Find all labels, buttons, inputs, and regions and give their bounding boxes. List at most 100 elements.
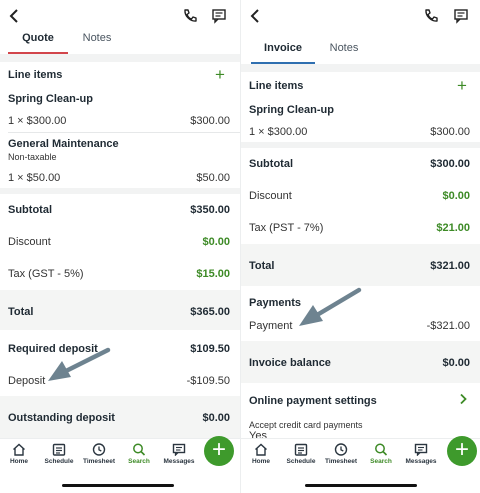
nav-messages-label: Messages bbox=[405, 458, 437, 465]
tax-label: Tax (PST - 7%) bbox=[249, 222, 324, 234]
back-chevron-icon[interactable] bbox=[249, 8, 261, 27]
add-fab-button[interactable]: + bbox=[447, 436, 477, 466]
nav-timesheet[interactable]: Timesheet bbox=[79, 443, 119, 465]
message-icon[interactable] bbox=[211, 8, 227, 24]
nav-search-label: Search bbox=[128, 458, 150, 465]
nav-schedule[interactable]: Schedule bbox=[281, 443, 321, 465]
required-deposit-value: $109.50 bbox=[190, 343, 230, 355]
section-divider bbox=[0, 188, 240, 194]
deposit-label: Deposit bbox=[8, 375, 46, 387]
deposit-value: -$109.50 bbox=[186, 375, 230, 387]
nav-messages[interactable]: Messages bbox=[159, 443, 199, 465]
outstanding-deposit-label: Outstanding deposit bbox=[8, 412, 115, 424]
invoice-screen: Invoice Notes Line items + Spring Clean-… bbox=[240, 0, 480, 493]
subtotal-label: Subtotal bbox=[8, 204, 52, 216]
line-item-note: Non-taxable bbox=[8, 152, 57, 162]
add-line-item-plus-icon[interactable]: + bbox=[457, 77, 467, 94]
subtotal-row: Subtotal $300.00 bbox=[249, 157, 470, 171]
nav-search[interactable]: Search bbox=[361, 443, 401, 465]
nav-messages[interactable]: Messages bbox=[401, 443, 441, 465]
tab-notes[interactable]: Notes bbox=[321, 38, 367, 64]
subtotal-label: Subtotal bbox=[249, 158, 293, 170]
plus-icon: + bbox=[211, 436, 226, 463]
total-label: Total bbox=[8, 306, 34, 318]
line-item-name[interactable]: Spring Clean-up bbox=[8, 92, 230, 106]
nav-home[interactable]: Home bbox=[241, 443, 281, 465]
add-fab-button[interactable]: + bbox=[204, 436, 234, 466]
bottom-nav: Home Schedule Timesheet Search Messages bbox=[241, 438, 480, 474]
total-row: Total $365.00 bbox=[8, 305, 230, 319]
chevron-right-icon[interactable] bbox=[459, 393, 467, 408]
subtotal-row: Subtotal $350.00 bbox=[8, 203, 230, 217]
annotation-arrow-icon bbox=[299, 287, 362, 326]
payment-value: -$321.00 bbox=[426, 320, 470, 332]
home-indicator[interactable] bbox=[305, 484, 417, 487]
divider bbox=[8, 132, 240, 133]
line-item-total: $300.00 bbox=[430, 126, 470, 138]
nav-schedule-label: Schedule bbox=[286, 458, 316, 465]
add-line-item-plus-icon[interactable]: + bbox=[215, 66, 225, 83]
discount-row[interactable]: Discount $0.00 bbox=[249, 189, 470, 203]
timesheet-icon bbox=[92, 443, 106, 456]
phone-icon[interactable] bbox=[182, 8, 198, 24]
line-item-qty: 1 × $300.00 bbox=[8, 115, 67, 127]
nav-messages-label: Messages bbox=[163, 458, 195, 465]
tab-quote[interactable]: Quote bbox=[8, 28, 68, 54]
nav-search[interactable]: Search bbox=[119, 443, 159, 465]
schedule-icon bbox=[52, 443, 66, 456]
home-indicator[interactable] bbox=[62, 484, 174, 487]
line-item-quantity-row: 1 × $50.00 $50.00 bbox=[8, 171, 230, 185]
line-item-total: $50.00 bbox=[196, 172, 230, 184]
invoice-balance-value: $0.00 bbox=[442, 357, 470, 369]
tab-notes[interactable]: Notes bbox=[74, 28, 120, 54]
nav-schedule[interactable]: Schedule bbox=[39, 443, 79, 465]
home-icon bbox=[13, 443, 25, 456]
tax-row[interactable]: Tax (PST - 7%) $21.00 bbox=[249, 221, 470, 235]
messages-icon bbox=[414, 443, 428, 456]
nav-timesheet[interactable]: Timesheet bbox=[321, 443, 361, 465]
line-item-quantity-row: 1 × $300.00 $300.00 bbox=[8, 114, 230, 128]
subtotal-value: $300.00 bbox=[430, 158, 470, 170]
line-item-qty: 1 × $50.00 bbox=[8, 172, 61, 184]
nav-home[interactable]: Home bbox=[0, 443, 39, 465]
phone-icon[interactable] bbox=[423, 8, 439, 24]
line-item-name[interactable]: Spring Clean-up bbox=[249, 103, 470, 117]
section-divider bbox=[241, 142, 480, 148]
tax-label: Tax (GST - 5%) bbox=[8, 268, 84, 280]
messages-icon bbox=[172, 443, 186, 456]
line-item-qty: 1 × $300.00 bbox=[249, 126, 308, 138]
nav-home-label: Home bbox=[251, 458, 271, 465]
plus-icon: + bbox=[454, 436, 469, 463]
total-label: Total bbox=[249, 260, 275, 272]
line-items-title: Line items bbox=[249, 80, 304, 92]
subtotal-value: $350.00 bbox=[190, 204, 230, 216]
invoice-balance-label: Invoice balance bbox=[249, 357, 331, 369]
line-item-name[interactable]: General Maintenance bbox=[8, 137, 230, 151]
outstanding-deposit-row: Outstanding deposit $0.00 bbox=[8, 411, 230, 425]
invoice-balance-row: Invoice balance $0.00 bbox=[249, 356, 470, 370]
top-bar bbox=[241, 2, 480, 32]
home-icon bbox=[255, 443, 267, 456]
online-payment-settings-row[interactable]: Online payment settings bbox=[249, 394, 470, 408]
search-icon bbox=[133, 443, 146, 456]
tab-bar: Invoice Notes bbox=[241, 38, 480, 66]
required-deposit-row: Required deposit $109.50 bbox=[8, 342, 230, 356]
annotation-arrow-icon bbox=[48, 347, 111, 381]
nav-timesheet-label: Timesheet bbox=[82, 458, 116, 465]
line-items-title: Line items bbox=[8, 69, 63, 81]
tax-row[interactable]: Tax (GST - 5%) $15.00 bbox=[8, 267, 230, 281]
timesheet-icon bbox=[334, 443, 348, 456]
tab-invoice[interactable]: Invoice bbox=[251, 38, 315, 64]
line-item-total: $300.00 bbox=[190, 115, 230, 127]
section-divider bbox=[241, 64, 480, 72]
line-items-heading: Line items bbox=[249, 79, 470, 93]
tax-value: $15.00 bbox=[196, 268, 230, 280]
discount-row[interactable]: Discount $0.00 bbox=[8, 235, 230, 249]
total-row: Total $321.00 bbox=[249, 259, 470, 273]
message-icon[interactable] bbox=[453, 8, 469, 24]
deposit-row[interactable]: Deposit -$109.50 bbox=[8, 374, 230, 388]
discount-value: $0.00 bbox=[202, 236, 230, 248]
back-chevron-icon[interactable] bbox=[8, 8, 20, 27]
tab-bar: Quote Notes bbox=[0, 28, 240, 56]
schedule-icon bbox=[294, 443, 308, 456]
